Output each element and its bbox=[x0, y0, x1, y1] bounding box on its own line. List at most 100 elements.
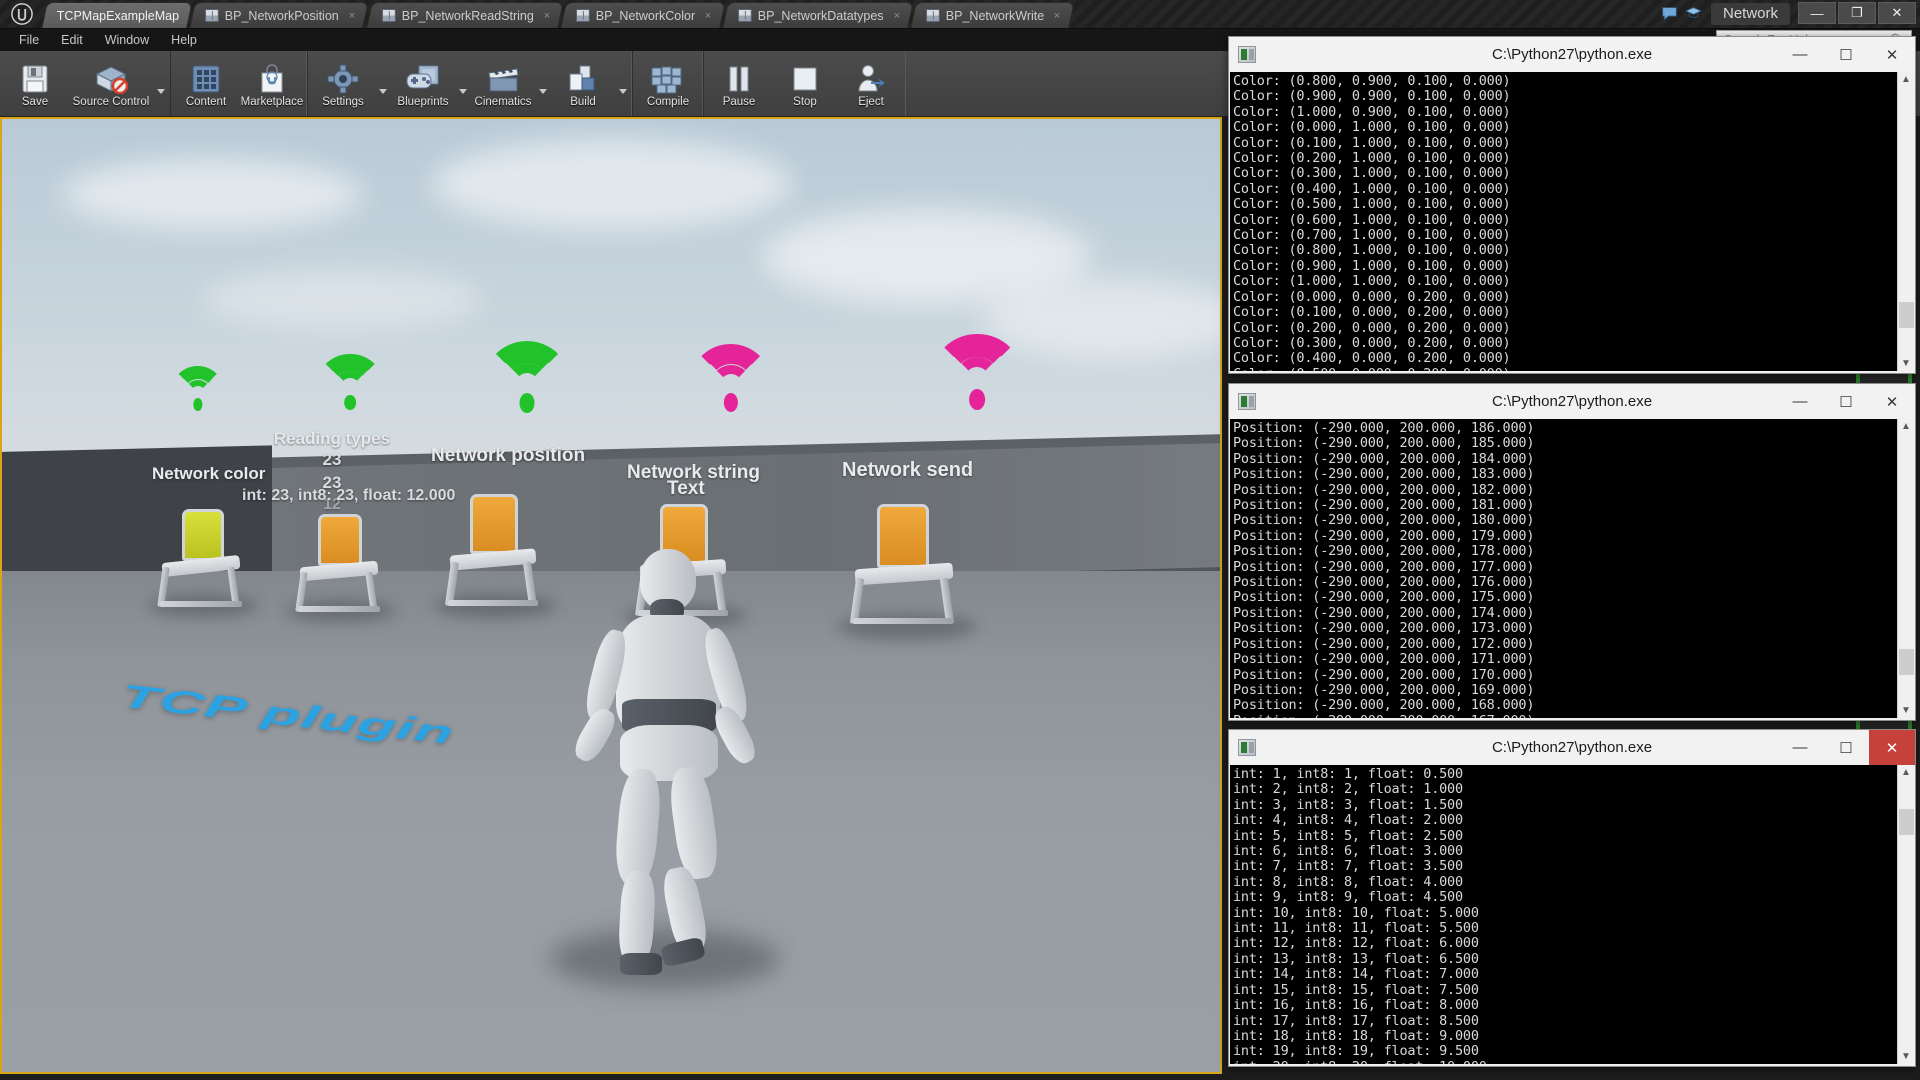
console-output: Color: (0.800, 0.900, 0.100, 0.000) Colo… bbox=[1233, 73, 1511, 371]
toolbar-button-build[interactable]: Build bbox=[550, 51, 616, 116]
toolbar-button-settings[interactable]: Settings bbox=[310, 51, 376, 116]
console-scrollbar[interactable]: ▲ ▼ bbox=[1897, 419, 1914, 718]
mannequin-foot-left bbox=[620, 953, 662, 975]
toolbar-button-blueprints[interactable]: Blueprints bbox=[390, 51, 456, 116]
tutorials-icon[interactable] bbox=[1684, 5, 1703, 22]
console-scrollbar[interactable]: ▲ ▼ bbox=[1897, 765, 1914, 1064]
python-console-window[interactable]: C:\Python27\python.exe — ☐ ✕ int: 1, int8: 1… bbox=[1228, 729, 1916, 1067]
menu-item-file[interactable]: File bbox=[8, 31, 50, 49]
wifi-dot bbox=[969, 388, 986, 410]
console-scrollbar[interactable]: ▲ ▼ bbox=[1897, 72, 1914, 371]
blueprint-icon bbox=[205, 9, 220, 22]
console-close-button[interactable]: ✕ bbox=[1869, 730, 1915, 765]
console-scrollbar-thumb[interactable] bbox=[1899, 649, 1914, 675]
toolbar-button-marketplace[interactable]: Marketplace bbox=[239, 51, 305, 116]
stop-icon bbox=[791, 64, 819, 94]
scroll-up-icon[interactable]: ▲ bbox=[1901, 765, 1911, 780]
maximize-button[interactable]: ❐ bbox=[1838, 2, 1876, 24]
editor-tab[interactable]: BP_NetworkPosition × bbox=[189, 2, 370, 28]
editor-tab-label: BP_NetworkColor bbox=[596, 8, 696, 23]
console-minimize-button[interactable]: — bbox=[1777, 384, 1823, 419]
chair-rail bbox=[448, 600, 538, 606]
console-minimize-button[interactable]: — bbox=[1777, 37, 1823, 72]
scroll-down-icon[interactable]: ▼ bbox=[1901, 356, 1911, 371]
chevron-down-icon[interactable] bbox=[616, 51, 630, 116]
console-maximize-button[interactable]: ☐ bbox=[1823, 37, 1869, 72]
scroll-down-icon[interactable]: ▼ bbox=[1901, 703, 1911, 718]
mannequin-forearm-left bbox=[569, 704, 621, 766]
editor-tab[interactable]: BP_NetworkWrite × bbox=[910, 2, 1075, 28]
wifi-signal-icon bbox=[315, 354, 385, 416]
editor-tab-label: BP_NetworkWrite bbox=[945, 8, 1045, 23]
network-badge: Network bbox=[1710, 3, 1790, 25]
console-close-button[interactable]: ✕ bbox=[1869, 384, 1915, 419]
chevron-down-icon[interactable] bbox=[536, 51, 550, 116]
toolbar-button-pause[interactable]: Pause bbox=[706, 51, 772, 116]
chair bbox=[837, 504, 977, 640]
editor-tab[interactable]: BP_NetworkDatatypes × bbox=[722, 2, 914, 28]
scroll-down-icon[interactable]: ▼ bbox=[1901, 1049, 1911, 1064]
feedback-icon[interactable] bbox=[1661, 5, 1678, 22]
console-scrollbar-thumb[interactable] bbox=[1899, 809, 1914, 835]
tab-close-icon[interactable]: × bbox=[894, 10, 900, 22]
editor-tab-label: BP_NetworkDatatypes bbox=[757, 8, 884, 23]
window-controls: — ❐ ✕ bbox=[1798, 2, 1916, 24]
editor-tab[interactable]: BP_NetworkColor × bbox=[560, 2, 726, 28]
console-window-controls: — ☐ ✕ bbox=[1777, 730, 1915, 765]
tab-close-icon[interactable]: × bbox=[705, 10, 711, 22]
toolbar-button-label: Source Control bbox=[72, 95, 150, 108]
editor-tab[interactable]: BP_NetworkReadString × bbox=[365, 2, 564, 28]
menu-item-window[interactable]: Window bbox=[94, 31, 160, 49]
python-console-window[interactable]: C:\Python27\python.exe — ☐ ✕ Position: (-290… bbox=[1228, 383, 1916, 721]
tab-close-icon[interactable]: × bbox=[1054, 10, 1060, 22]
scroll-up-icon[interactable]: ▲ bbox=[1901, 72, 1911, 87]
toolbar-button-label: Build bbox=[570, 95, 596, 108]
level-viewport[interactable]: TCP plugin Network color Network positio… bbox=[0, 117, 1222, 1074]
wifi-dot bbox=[723, 393, 738, 413]
tab-close-icon[interactable]: × bbox=[349, 10, 355, 22]
build-cubes-icon bbox=[566, 64, 600, 94]
toolbar-button-cinematics[interactable]: Cinematics bbox=[470, 51, 536, 116]
editor-tab[interactable]: TCPMapExampleMap bbox=[41, 2, 194, 28]
close-button[interactable]: ✕ bbox=[1878, 2, 1916, 24]
python-console-window[interactable]: C:\Python27\python.exe — ☐ ✕ Color: (0.800, … bbox=[1228, 36, 1916, 374]
console-window-controls: — ☐ ✕ bbox=[1777, 384, 1915, 419]
tab-close-icon[interactable]: × bbox=[544, 10, 550, 22]
console-titlebar[interactable]: C:\Python27\python.exe — ☐ ✕ bbox=[1229, 37, 1915, 72]
toolbar-button-compile[interactable]: Compile bbox=[635, 51, 701, 116]
blueprint-icon bbox=[381, 9, 396, 22]
viewport-label: Text bbox=[667, 478, 705, 499]
editor-tab-label: BP_NetworkReadString bbox=[401, 8, 534, 23]
toolbar-button-eject[interactable]: Eject bbox=[838, 51, 904, 116]
toolbar-button-stop[interactable]: Stop bbox=[772, 51, 838, 116]
console-maximize-button[interactable]: ☐ bbox=[1823, 384, 1869, 419]
toolbar-group: Pause Stop Eject bbox=[703, 51, 906, 116]
wifi-signal-icon bbox=[170, 366, 226, 416]
toolbar-group: Content Marketplace bbox=[170, 51, 307, 116]
scroll-up-icon[interactable]: ▲ bbox=[1901, 419, 1911, 434]
chevron-down-icon[interactable] bbox=[376, 51, 390, 116]
minimize-button[interactable]: — bbox=[1798, 2, 1836, 24]
menu-item-edit[interactable]: Edit bbox=[50, 31, 94, 49]
chevron-down-icon[interactable] bbox=[456, 51, 470, 116]
toolbar-button-source-control[interactable]: Source Control bbox=[68, 51, 154, 116]
toolbar-button-label: Marketplace bbox=[240, 95, 304, 108]
toolbar-button-content[interactable]: Content bbox=[173, 51, 239, 116]
cloud bbox=[202, 269, 482, 329]
chair-seat bbox=[854, 562, 954, 586]
chair-back bbox=[318, 514, 362, 566]
console-close-button[interactable]: ✕ bbox=[1869, 37, 1915, 72]
console-scrollbar-thumb[interactable] bbox=[1899, 302, 1914, 328]
console-maximize-button[interactable]: ☐ bbox=[1823, 730, 1869, 765]
console-minimize-button[interactable]: — bbox=[1777, 730, 1823, 765]
toolbar-button-label: Content bbox=[185, 95, 227, 108]
menu-item-help[interactable]: Help bbox=[160, 31, 208, 49]
wifi-dot bbox=[519, 393, 535, 413]
console-titlebar[interactable]: C:\Python27\python.exe — ☐ ✕ bbox=[1229, 730, 1915, 765]
viewport-label: Network send bbox=[842, 459, 974, 481]
console-app-icon bbox=[1238, 393, 1256, 410]
toolbar-button-save[interactable]: Save bbox=[2, 51, 68, 116]
chevron-down-icon[interactable] bbox=[154, 51, 168, 116]
console-titlebar[interactable]: C:\Python27\python.exe — ☐ ✕ bbox=[1229, 384, 1915, 419]
toolbar-button-label: Save bbox=[21, 95, 49, 108]
